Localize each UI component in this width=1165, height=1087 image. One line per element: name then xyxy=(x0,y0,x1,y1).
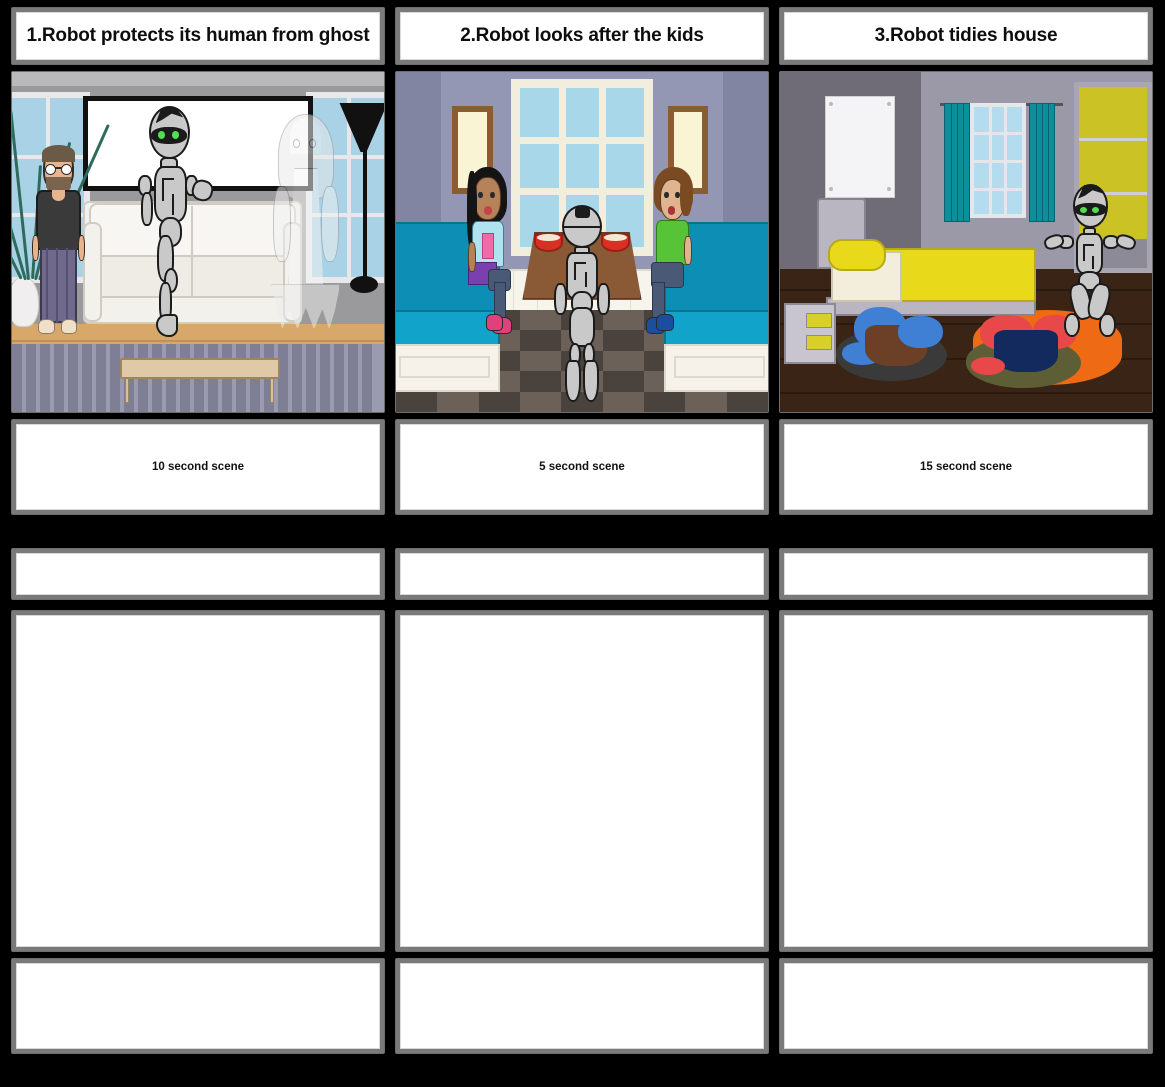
caption-text-3: 15 second scene xyxy=(919,461,1013,473)
scene-cell-3-inner xyxy=(780,72,1152,412)
scene-cell-2-inner xyxy=(396,72,768,412)
character-girl xyxy=(459,167,515,334)
title-cell-4-inner xyxy=(16,553,380,595)
scene-cell-2[interactable] xyxy=(396,72,768,412)
title-text-5 xyxy=(401,554,763,594)
scene-cell-1[interactable] xyxy=(12,72,384,412)
character-ghost xyxy=(265,109,347,333)
caption-cell-5[interactable] xyxy=(396,959,768,1053)
title-cell-2[interactable]: 2.Robot looks after the kids xyxy=(396,8,768,64)
scene-cell-4[interactable] xyxy=(12,611,384,951)
scene-cell-1-inner xyxy=(12,72,384,412)
scene-cell-5-inner xyxy=(400,615,764,947)
title-cell-3-inner: 3.Robot tidies house xyxy=(784,12,1148,60)
coffee-table xyxy=(119,357,280,403)
caption-cell-6-inner xyxy=(784,963,1148,1049)
title-cell-5-inner xyxy=(400,553,764,595)
scene-illustration-3 xyxy=(780,72,1152,412)
scene-cell-6-inner xyxy=(784,615,1148,947)
scene-cell-4-inner xyxy=(16,615,380,947)
caption-text-4 xyxy=(17,964,379,1048)
title-cell-6-inner xyxy=(784,553,1148,595)
caption-cell-4[interactable] xyxy=(12,959,384,1053)
scene-cell-3[interactable] xyxy=(780,72,1152,412)
caption-text-6 xyxy=(785,964,1147,1048)
scene-cell-6[interactable] xyxy=(780,611,1152,951)
title-cell-1[interactable]: 1.Robot protects its human from ghost xyxy=(12,8,384,64)
storyboard-canvas: 1.Robot protects its human from ghost 2.… xyxy=(0,0,1165,1087)
scene-illustration-2 xyxy=(396,72,768,412)
title-text-1: 1.Robot protects its human from ghost xyxy=(26,25,370,46)
laundry-pile-left xyxy=(835,306,948,382)
title-text-2: 2.Robot looks after the kids xyxy=(460,25,704,46)
character-robot xyxy=(1042,184,1137,354)
title-cell-3[interactable]: 3.Robot tidies house xyxy=(780,8,1152,64)
title-text-6 xyxy=(785,554,1147,594)
nightstand xyxy=(783,303,836,365)
title-cell-1-inner: 1.Robot protects its human from ghost xyxy=(16,12,380,60)
curtain-left xyxy=(943,102,970,222)
character-boy xyxy=(645,167,701,334)
caption-cell-2-inner: 5 second scene xyxy=(400,424,764,510)
scene-illustration-1 xyxy=(12,72,384,412)
character-robot xyxy=(131,106,216,338)
title-cell-4[interactable] xyxy=(12,549,384,599)
title-text-4 xyxy=(17,554,379,594)
scene-cell-5[interactable] xyxy=(396,611,768,951)
caption-cell-1-inner: 10 second scene xyxy=(16,424,380,510)
title-cell-6[interactable] xyxy=(780,549,1152,599)
title-cell-5[interactable] xyxy=(396,549,768,599)
caption-cell-3[interactable]: 15 second scene xyxy=(780,420,1152,514)
ceiling-trim xyxy=(12,72,384,86)
caption-cell-6[interactable] xyxy=(780,959,1152,1053)
caption-cell-4-inner xyxy=(16,963,380,1049)
caption-cell-3-inner: 15 second scene xyxy=(784,424,1148,510)
caption-text-2: 5 second scene xyxy=(539,461,625,473)
caption-text-1: 10 second scene xyxy=(151,461,245,473)
caption-cell-1[interactable]: 10 second scene xyxy=(12,420,384,514)
poster xyxy=(824,95,896,198)
window xyxy=(969,102,1026,219)
caption-cell-5-inner xyxy=(400,963,764,1049)
character-robot xyxy=(549,204,616,402)
caption-text-5 xyxy=(401,964,763,1048)
character-man xyxy=(31,144,87,334)
title-text-3: 3.Robot tidies house xyxy=(874,25,1058,46)
title-cell-2-inner: 2.Robot looks after the kids xyxy=(400,12,764,60)
caption-cell-2[interactable]: 5 second scene xyxy=(396,420,768,514)
pillow xyxy=(828,238,887,271)
